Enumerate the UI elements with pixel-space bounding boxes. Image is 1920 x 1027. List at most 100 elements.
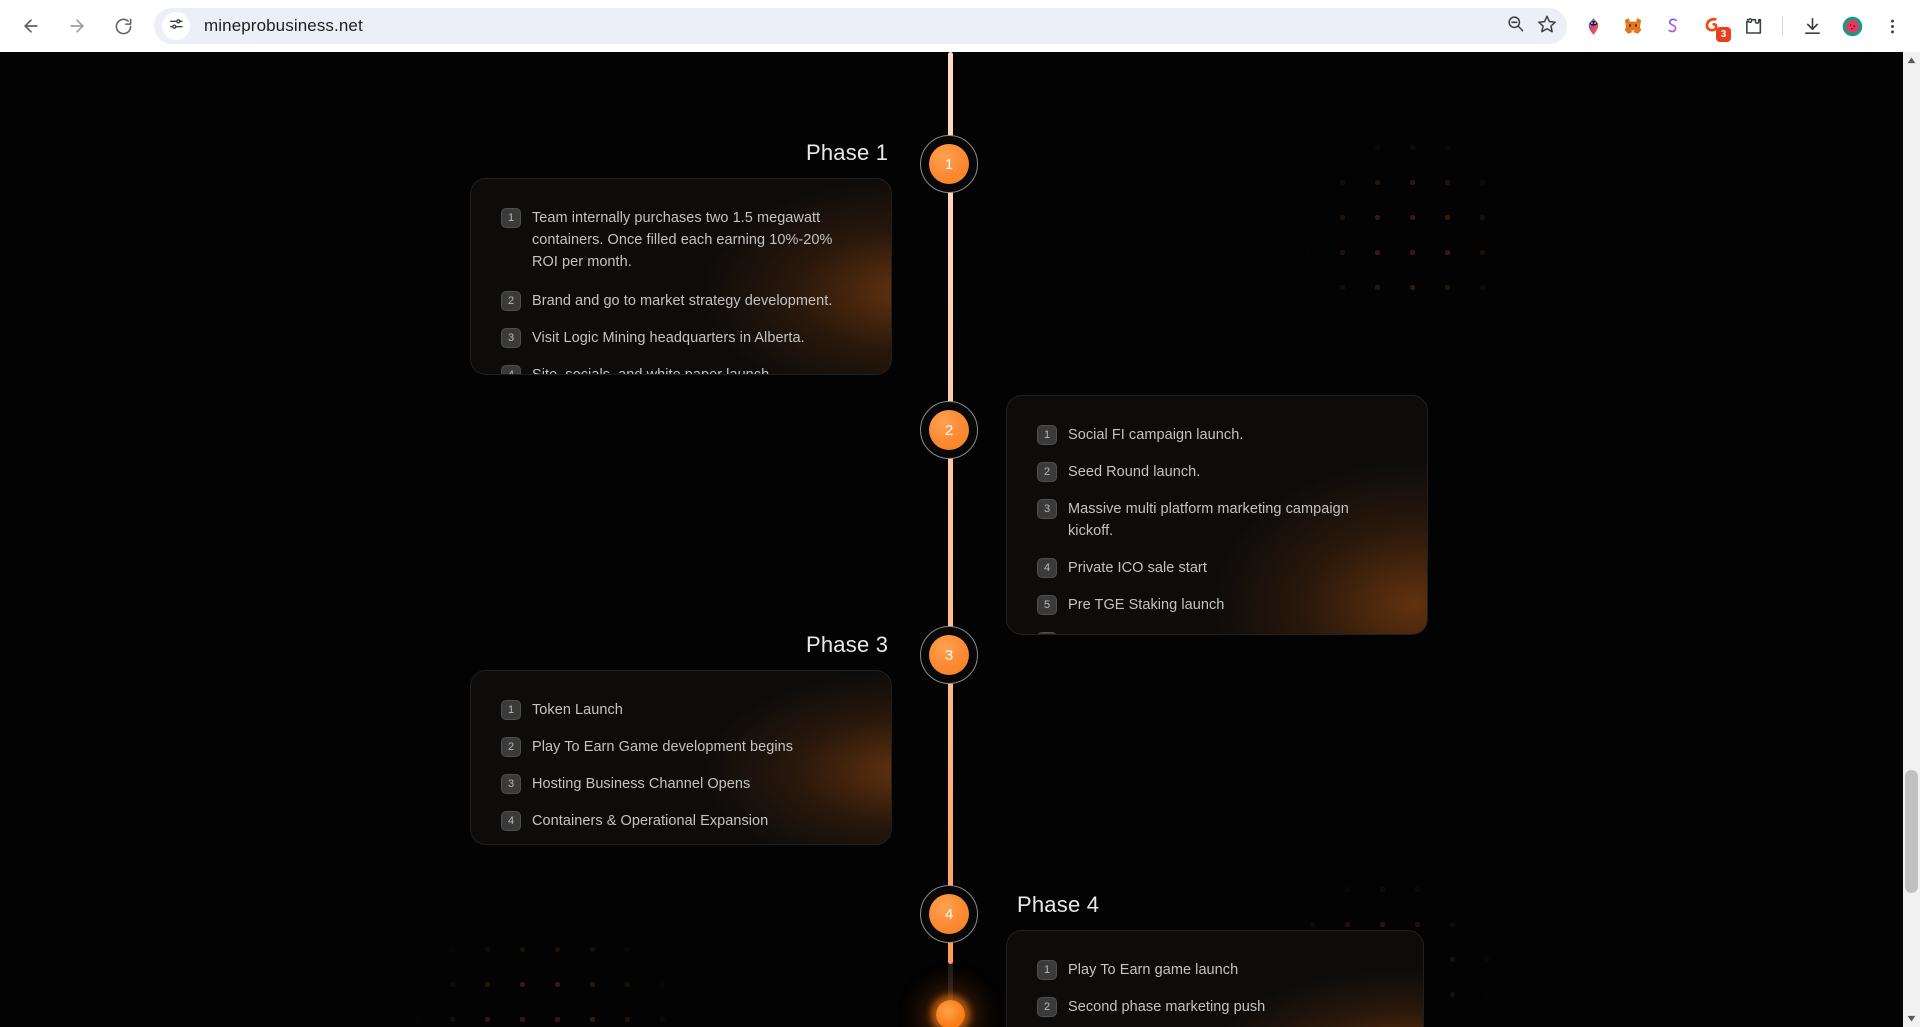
- metamask-extension-button[interactable]: [1617, 10, 1649, 42]
- forward-arrow-icon: [67, 16, 87, 36]
- list-item-text: Pre TGE Staking launch: [1068, 597, 1225, 614]
- phase-1-card: 1 Team internally purchases two 1.5 mega…: [470, 178, 892, 375]
- reload-icon: [114, 17, 133, 36]
- downloads-button[interactable]: [1796, 10, 1828, 42]
- notification-extension-button[interactable]: 3: [1697, 10, 1731, 42]
- list-item-number: 2: [1037, 997, 1057, 1018]
- list-item-number: 3: [501, 774, 521, 795]
- timeline-node-1[interactable]: 1: [920, 135, 978, 193]
- list-item-text: Social FI campaign launch.: [1068, 427, 1244, 443]
- list-item: 1 Social FI campaign launch.: [1037, 424, 1397, 446]
- list-item-text: Play To Earn Game development begins: [532, 739, 794, 756]
- timeline-node-1-number: 1: [929, 144, 969, 184]
- phase-3-item-list: 1 Token Launch 2 Play To Earn Game devel…: [471, 671, 891, 844]
- list-item: 2 Brand and go to market strategy develo…: [501, 290, 861, 312]
- extensions-button[interactable]: [1737, 10, 1769, 42]
- profile-avatar-icon: [1842, 16, 1862, 36]
- chrome-menu-button[interactable]: [1876, 10, 1908, 42]
- zoom-out-button[interactable]: [1499, 10, 1531, 42]
- list-item: 3 Massive multi platform marketing campa…: [1037, 498, 1397, 542]
- list-item: 3 Hosting Business Channel Opens: [501, 773, 861, 795]
- background-dot-pattern-bottom-left: [400, 897, 665, 1027]
- phase-2-item-list: 1 Social FI campaign launch. 2 Seed Roun…: [1007, 396, 1427, 634]
- phase-2-card: 1 Social FI campaign launch. 2 Seed Roun…: [1006, 395, 1428, 635]
- list-item-number: 1: [1037, 425, 1057, 445]
- site-settings-button[interactable]: [162, 12, 190, 40]
- list-item-text: Containers & Operational Expansion: [532, 813, 769, 830]
- timeline-node-3-number: 3: [929, 635, 969, 675]
- list-item-text: Seed Round launch.: [1068, 464, 1201, 481]
- phase-4-item-list: 1 Play To Earn game launch 2 Second phas…: [1007, 931, 1423, 1027]
- list-item-number: 1: [1037, 960, 1057, 980]
- timeline-node-4[interactable]: 4: [920, 885, 978, 943]
- star-bookmark-icon: [1537, 14, 1557, 39]
- list-item: 4 Private ICO sale start: [1037, 557, 1397, 579]
- list-item-text: Team internally purchases two 1.5 megawa…: [532, 210, 833, 271]
- list-item-text: Second phase marketing push: [1068, 999, 1266, 1016]
- phase-4-card: 1 Play To Earn game launch 2 Second phas…: [1006, 930, 1424, 1027]
- downloads-icon: [1804, 17, 1820, 34]
- phase-1-title: Phase 1: [806, 140, 889, 165]
- timeline-node-2-number: 2: [929, 410, 969, 450]
- site-settings-icon: [168, 16, 184, 37]
- extensions-puzzle-icon: [1745, 17, 1761, 34]
- address-bar[interactable]: mineprobusiness.net: [154, 8, 1567, 44]
- list-item-number: 4: [501, 365, 521, 374]
- phase-4-title: Phase 4: [1017, 892, 1100, 917]
- list-item-number: 2: [501, 291, 521, 312]
- timeline-node-2[interactable]: 2: [920, 401, 978, 459]
- phase-3-card: 1 Token Launch 2 Play To Earn Game devel…: [470, 670, 892, 845]
- scroll-up-arrow-icon: [1907, 57, 1916, 64]
- list-item-text: Play To Earn game launch: [1068, 962, 1239, 978]
- phase-3-title: Phase 3: [806, 632, 889, 657]
- scroll-down-button[interactable]: [1903, 1010, 1920, 1027]
- list-item-text: Massive multi platform marketing campaig…: [1068, 501, 1349, 540]
- extension-badge-count: 3: [1716, 27, 1731, 42]
- list-item-text: TGE: [1068, 631, 1098, 634]
- list-item: 6 TGE: [1037, 631, 1397, 634]
- page-scrollbar[interactable]: [1903, 52, 1920, 1027]
- list-item: 1 Team internally purchases two 1.5 mega…: [501, 207, 861, 273]
- list-item-text: Site, socials, and white paper launch.: [532, 364, 773, 374]
- back-arrow-icon: [21, 16, 41, 36]
- list-item-number: 5: [1037, 595, 1057, 616]
- list-item-text: Visit Logic Mining headquarters in Alber…: [532, 330, 805, 347]
- list-item-number: 1: [501, 700, 521, 720]
- zoom-out-icon: [1506, 14, 1525, 38]
- page-viewport: 1 Phase 1 1 Team internally purchases tw…: [0, 52, 1903, 1027]
- timeline-progress-marker: [936, 1000, 965, 1027]
- list-item: 5 Pre TGE Staking launch: [1037, 594, 1397, 616]
- list-item-text: Private ICO sale start: [1068, 560, 1207, 577]
- s-logo-icon: [1668, 18, 1677, 33]
- list-item: 3 Visit Logic Mining headquarters in Alb…: [501, 327, 861, 349]
- scroll-up-button[interactable]: [1903, 52, 1920, 69]
- timeline-node-4-number: 4: [929, 894, 969, 934]
- timeline-node-3[interactable]: 3: [920, 626, 978, 684]
- list-item-number: 3: [501, 328, 521, 349]
- list-item-text: Brand and go to market strategy developm…: [532, 293, 833, 310]
- rainbow-wallet-extension-icon: [1588, 17, 1598, 35]
- toolbar-divider: [1782, 16, 1783, 36]
- url-input[interactable]: mineprobusiness.net: [204, 16, 1499, 36]
- list-item: 1 Play To Earn game launch: [1037, 959, 1393, 981]
- list-item-number: 2: [1037, 462, 1057, 483]
- three-dot-menu-icon: [1890, 19, 1894, 33]
- list-item: 1 Token Launch: [501, 699, 861, 721]
- list-item-number: 2: [501, 737, 521, 758]
- list-item-number: 4: [1037, 558, 1057, 579]
- scrollbar-thumb[interactable]: [1905, 770, 1918, 893]
- list-item-number: 6: [1037, 632, 1057, 634]
- reload-button[interactable]: [106, 9, 140, 43]
- list-item: 4 Containers & Operational Expansion: [501, 810, 861, 832]
- back-button[interactable]: [14, 9, 48, 43]
- list-item-number: 3: [1037, 499, 1057, 520]
- rainbow-wallet-extension-button[interactable]: [1577, 10, 1609, 42]
- list-item: 2 Seed Round launch.: [1037, 461, 1397, 483]
- forward-button[interactable]: [60, 9, 94, 43]
- list-item-number: 1: [501, 208, 521, 228]
- list-item: 2 Second phase marketing push: [1037, 996, 1393, 1018]
- bookmark-button[interactable]: [1531, 10, 1563, 42]
- scroll-down-arrow-icon: [1907, 1015, 1916, 1022]
- profile-button[interactable]: [1836, 10, 1868, 42]
- s-wallet-extension-button[interactable]: [1657, 10, 1689, 42]
